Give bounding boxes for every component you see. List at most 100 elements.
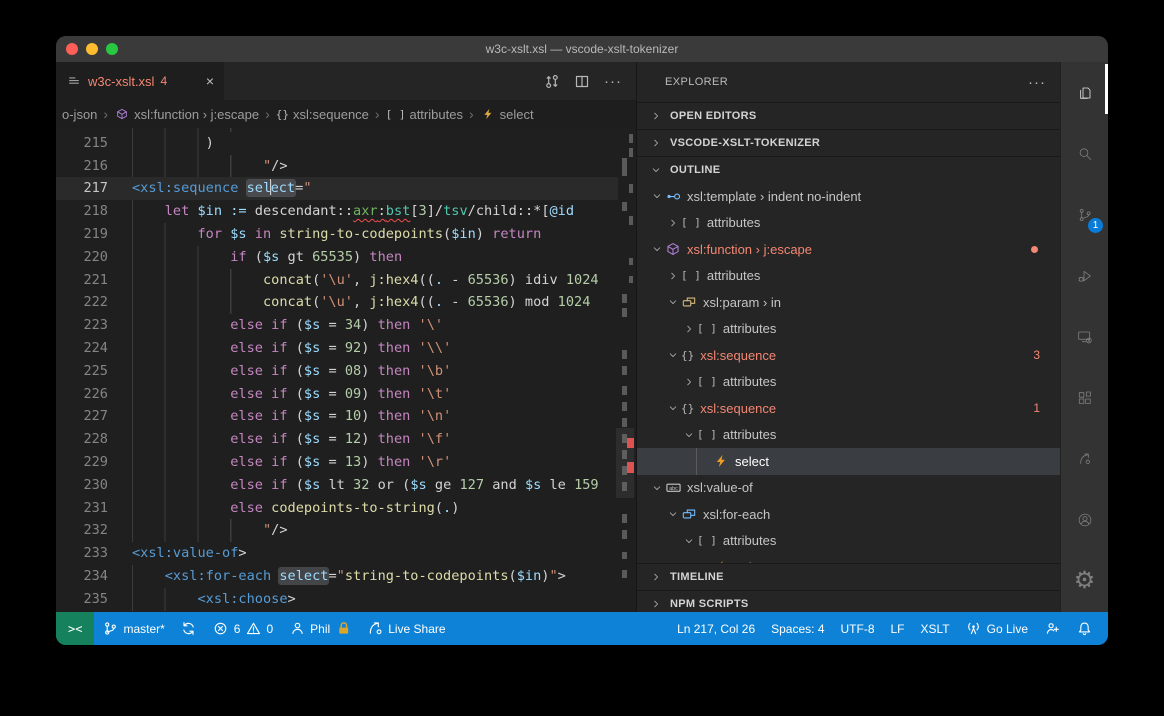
token: else — [230, 317, 263, 333]
problem-count-badge: 1 — [1033, 401, 1060, 415]
outline-item-xsl-for-each[interactable]: xsl:for-each — [637, 501, 1060, 528]
status-account-status[interactable]: Phil — [281, 612, 359, 645]
activity-item-source-control[interactable]: 1 — [1061, 184, 1108, 245]
section-header-outline[interactable]: OUTLINE — [637, 156, 1060, 183]
activity-item-accounts[interactable] — [1061, 489, 1108, 550]
code-line-221[interactable]: 221 concat('\u', j:hex4((. - 65536) idiv… — [56, 269, 618, 292]
code-line-215[interactable]: 215 ) — [56, 132, 618, 155]
status-go-live[interactable]: Go Live — [958, 612, 1036, 645]
sidebar-title: EXPLORER — [665, 76, 728, 88]
outline-item-xsl-function-j-escape[interactable]: xsl:function › j:escape — [637, 236, 1060, 263]
close-window-button[interactable] — [66, 43, 78, 55]
token: else — [230, 340, 263, 356]
split-editor-icon[interactable] — [574, 73, 590, 90]
code-line-235[interactable]: 235 <xsl:choose> — [56, 588, 618, 611]
more-actions[interactable]: ··· — [604, 73, 622, 90]
breadcrumb-item[interactable]: select — [478, 107, 536, 122]
code-line-229[interactable]: 229 else if ($s = 13) then '\r' — [56, 451, 618, 474]
code-line-227[interactable]: 227 else if ($s = 10) then '\n' — [56, 405, 618, 428]
code-line-225[interactable]: 225 else if ($s = 08) then '\b' — [56, 360, 618, 383]
outline-item-xsl-sequence[interactable]: {}xsl:sequence1 — [637, 395, 1060, 422]
code-line-230[interactable]: 230 else if ($s lt 32 or ($s ge 127 and … — [56, 474, 618, 497]
token: lt — [320, 477, 353, 493]
status-git-branch[interactable]: master* — [94, 612, 172, 645]
open-changes-icon[interactable] — [544, 73, 560, 90]
tab-w3c-xslt[interactable]: w3c-xslt.xsl 4 × — [56, 62, 224, 100]
code-editor[interactable]: $s, ', ', j:hex4(., 16)))215 )216 "/>217… — [56, 128, 636, 612]
close-tab-icon[interactable]: × — [204, 73, 216, 89]
outline-item-attributes[interactable]: [ ]attributes — [637, 316, 1060, 343]
outline-item-xsl-template-indent-no-indent[interactable]: xsl:template › indent no-indent — [637, 183, 1060, 210]
code-line-233[interactable]: 233<xsl:value-of> — [56, 542, 618, 565]
token: <xsl:value-of — [132, 545, 238, 561]
status-eol[interactable]: LF — [883, 612, 913, 645]
section-header-vscode-xslt-tokenizer[interactable]: VSCODE-XSLT-TOKENIZER — [637, 129, 1060, 156]
breadcrumb-item[interactable]: xsl:function › j:escape — [112, 107, 261, 122]
code-line-218[interactable]: 218 let $in := descendant::axr:bst[3]/ts… — [56, 200, 618, 223]
breadcrumb-item[interactable]: {}xsl:sequence — [274, 107, 371, 122]
token: . — [435, 272, 443, 288]
outline-item-attributes[interactable]: [ ]attributes — [637, 422, 1060, 449]
section-header-npm-scripts[interactable]: NPM SCRIPTS — [637, 590, 1060, 612]
status-language-mode[interactable]: XSLT — [913, 612, 958, 645]
status-problems[interactable]: 60 — [205, 612, 281, 645]
code-line-217[interactable]: 217<xsl:sequence select=" — [56, 177, 618, 200]
status-indentation[interactable]: Spaces: 4 — [763, 612, 832, 645]
code-line-216[interactable]: 216 "/> — [56, 155, 618, 178]
search-icon — [1077, 141, 1093, 167]
activity-item-remote-explorer[interactable] — [1061, 306, 1108, 367]
code-line-228[interactable]: 228 else if ($s = 12) then '\f' — [56, 428, 618, 451]
outline-item-select[interactable]: select — [637, 448, 1060, 475]
breadcrumb-item[interactable]: [ ]attributes — [384, 107, 465, 122]
section-header-open-editors[interactable]: OPEN EDITORS — [637, 102, 1060, 129]
code-line-222[interactable]: 222 concat('\u', j:hex4((. - 65536) mod … — [56, 291, 618, 314]
token: - — [443, 294, 468, 310]
code-line-219[interactable]: 219 for $s in string-to-codepoints($in) … — [56, 223, 618, 246]
outline-item-attributes[interactable]: [ ]attributes — [637, 528, 1060, 555]
token — [410, 386, 418, 402]
status-notifications[interactable] — [1068, 612, 1100, 645]
outline-item-attributes[interactable]: [ ]attributes — [637, 210, 1060, 237]
section-header-timeline[interactable]: TIMELINE — [637, 563, 1060, 590]
token: gt — [279, 249, 312, 265]
feedback-icon — [1044, 621, 1060, 636]
outline-item-xsl-param-in[interactable]: xsl:param › in — [637, 289, 1060, 316]
outline-item-xsl-sequence[interactable]: {}xsl:sequence3 — [637, 342, 1060, 369]
activity-item-settings[interactable]: ⚙ — [1061, 550, 1108, 611]
activity-bar: 1⚙ — [1060, 62, 1108, 612]
token: or ( — [369, 477, 410, 493]
sidebar-more-actions-icon[interactable]: ··· — [1028, 74, 1046, 91]
code-line-223[interactable]: 223 else if ($s = 34) then '\' — [56, 314, 618, 337]
token: '\' — [419, 317, 444, 333]
token: /child::*[ — [468, 203, 550, 219]
activity-item-explorer[interactable] — [1061, 62, 1108, 123]
status-live-share[interactable]: Live Share — [359, 612, 453, 645]
activity-item-search[interactable] — [1061, 123, 1108, 184]
token: '\\' — [419, 340, 452, 356]
code-line-224[interactable]: 224 else if ($s = 92) then '\\' — [56, 337, 618, 360]
activity-item-run-and-debug[interactable] — [1061, 245, 1108, 306]
status-remote-indicator[interactable]: >< — [56, 612, 94, 645]
status-cursor-position[interactable]: Ln 217, Col 26 — [669, 612, 763, 645]
outline-item-xsl-value-of[interactable]: abcxsl:value-of — [637, 475, 1060, 502]
code-line-226[interactable]: 226 else if ($s = 09) then '\t' — [56, 383, 618, 406]
activity-item-extensions[interactable] — [1061, 367, 1108, 428]
status-bar-right: Ln 217, Col 26Spaces: 4UTF-8LFXSLTGo Liv… — [669, 612, 1108, 645]
line-number: 216 — [56, 155, 108, 178]
bell-icon — [1076, 621, 1092, 636]
status-feedback[interactable] — [1036, 612, 1068, 645]
activity-item-live-share[interactable] — [1061, 428, 1108, 489]
code-line-231[interactable]: 231 else codepoints-to-string(.) — [56, 497, 618, 520]
outline-item-attributes[interactable]: [ ]attributes — [637, 263, 1060, 290]
code-line-220[interactable]: 220 if ($s gt 65535) then — [56, 246, 618, 269]
breadcrumb-item[interactable]: o-json — [60, 107, 99, 122]
status-sync[interactable] — [173, 612, 205, 645]
zoom-window-button[interactable] — [106, 43, 118, 55]
outline-item-attributes[interactable]: [ ]attributes — [637, 369, 1060, 396]
scrollbar-slider[interactable] — [616, 428, 634, 498]
status-encoding[interactable]: UTF-8 — [833, 612, 883, 645]
minimize-window-button[interactable] — [86, 43, 98, 55]
code-line-234[interactable]: 234 <xsl:for-each select="string-to-code… — [56, 565, 618, 588]
outline-item-select[interactable]: select — [637, 554, 1060, 563]
code-line-232[interactable]: 232 "/> — [56, 519, 618, 542]
